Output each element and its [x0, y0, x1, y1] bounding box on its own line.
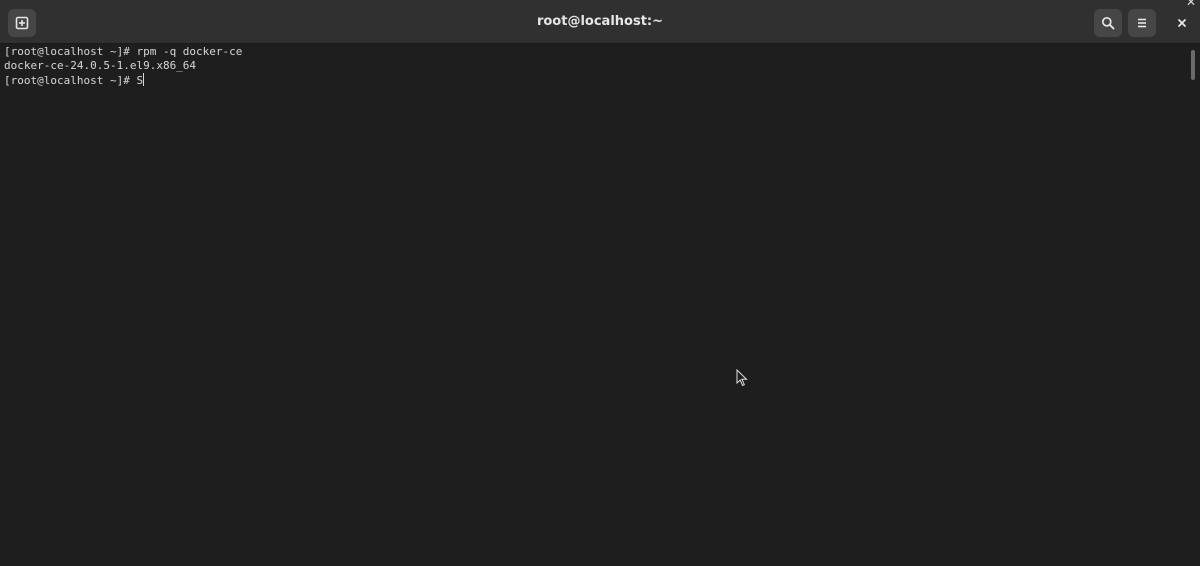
search-icon [1101, 16, 1115, 30]
terminal-line-current: [root@localhost ~]# S [4, 73, 1186, 87]
terminal-input-text: [root@localhost ~]# S [4, 74, 144, 87]
header-bar: root@localhost:~ ✕ [0, 0, 1200, 44]
hamburger-menu-icon [1138, 18, 1146, 28]
close-icon [1178, 19, 1186, 27]
terminal-line: [root@localhost ~]# rpm -q docker-ce [4, 45, 243, 58]
scrollbar-thumb[interactable] [1191, 50, 1195, 80]
text-cursor [143, 73, 145, 86]
terminal-output[interactable]: [root@localhost ~]# rpm -q docker-ce doc… [0, 44, 1186, 566]
search-button[interactable] [1094, 9, 1122, 37]
corner-close-icon[interactable]: ✕ [1180, 0, 1200, 10]
new-tab-button[interactable] [8, 9, 36, 37]
new-tab-icon [15, 16, 29, 30]
close-button[interactable] [1168, 9, 1196, 37]
terminal-window: root@localhost:~ ✕ [root@localhost ~]# r… [0, 0, 1200, 566]
scrollbar[interactable] [1186, 44, 1200, 566]
menu-button[interactable] [1128, 9, 1156, 37]
window-title: root@localhost:~ [536, 14, 664, 29]
mouse-pointer-icon [736, 369, 748, 387]
terminal-line: docker-ce-24.0.5-1.el9.x86_64 [4, 59, 197, 72]
